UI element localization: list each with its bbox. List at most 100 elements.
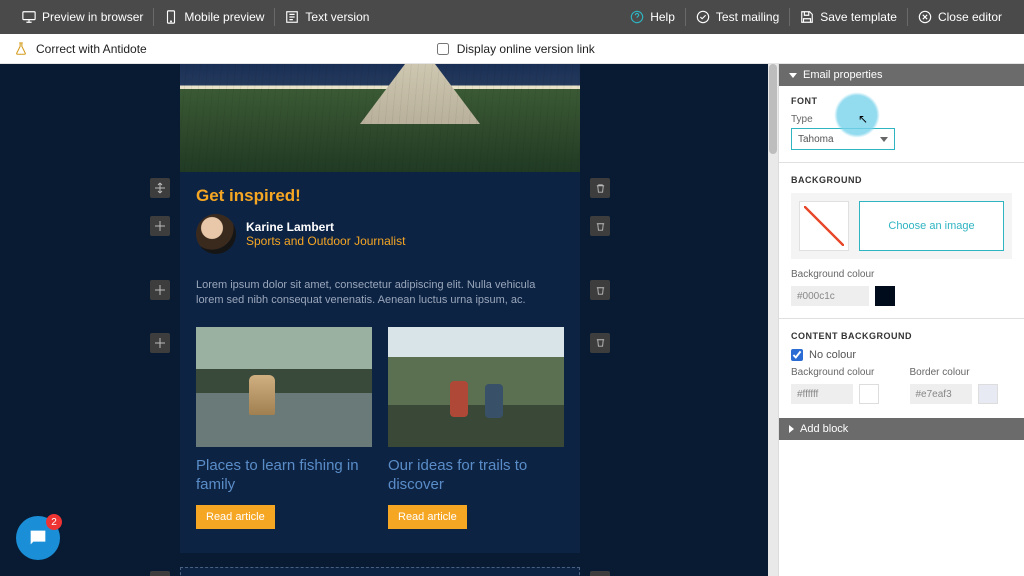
border-colour-label: Border colour (910, 367, 1013, 378)
border-colour-swatch[interactable] (978, 384, 998, 404)
save-template-label: Save template (820, 10, 897, 24)
font-type-value: Tahoma (798, 134, 834, 145)
read-article-button[interactable]: Read article (196, 505, 275, 529)
text-version-button[interactable]: Text version (275, 0, 379, 34)
article-title: Our ideas for trails to discover (388, 457, 564, 495)
choose-image-button[interactable]: Choose an image (859, 201, 1004, 251)
main: Get inspired! Karine Lambert Sports and … (0, 64, 1024, 576)
author-role: Sports and Outdoor Journalist (246, 234, 405, 248)
email-properties-label: Email properties (803, 69, 882, 81)
divider (779, 318, 1024, 319)
email-properties-header[interactable]: Email properties (779, 64, 1024, 86)
topbar: Preview in browser Mobile preview Text v… (0, 0, 1024, 34)
no-image-swatch[interactable] (799, 201, 849, 251)
canvas-area[interactable]: Get inspired! Karine Lambert Sports and … (0, 64, 778, 576)
close-editor-button[interactable]: Close editor (908, 0, 1012, 34)
chevron-down-icon (880, 137, 888, 142)
text-version-label: Text version (305, 10, 369, 24)
test-mailing-label: Test mailing (716, 10, 779, 24)
add-block-header[interactable]: Add block (779, 418, 1024, 440)
content-bg-colour-label: Background colour (791, 367, 894, 378)
inspired-block[interactable]: Get inspired! Karine Lambert Sports and … (180, 172, 580, 278)
article-image[interactable] (196, 327, 372, 447)
type-label: Type (791, 114, 1012, 125)
author-row: Karine Lambert Sports and Outdoor Journa… (196, 214, 564, 254)
bg-colour-value: #000c1c (797, 291, 835, 302)
content-bg-section-title: CONTENT BACKGROUND (791, 331, 1012, 341)
delete-block-button[interactable] (590, 178, 610, 198)
text-icon (285, 10, 299, 24)
bg-colour-swatch[interactable] (875, 286, 895, 306)
save-template-button[interactable]: Save template (790, 0, 907, 34)
mobile-preview-button[interactable]: Mobile preview (154, 0, 274, 34)
email-properties-panel: FONT Type Tahoma BACKGROUND Choose an im… (779, 86, 1024, 418)
preview-browser-label: Preview in browser (42, 10, 143, 24)
no-colour-checkbox[interactable]: No colour (791, 349, 1012, 361)
chat-badge: 2 (46, 514, 62, 530)
preview-browser-button[interactable]: Preview in browser (12, 0, 153, 34)
help-button[interactable]: Help (620, 0, 685, 34)
correct-antidote-button[interactable]: Correct with Antidote (14, 42, 147, 56)
border-colour-input[interactable]: #e7eaf3 (910, 384, 972, 404)
scrollbar-thumb[interactable] (769, 64, 777, 154)
bg-colour-input[interactable]: #000c1c (791, 286, 869, 306)
content-bg-colour-swatch[interactable] (859, 384, 879, 404)
display-online-label: Display online version link (457, 42, 595, 56)
flask-icon (14, 42, 28, 56)
hero-image-block[interactable] (180, 64, 580, 172)
author-name: Karine Lambert (246, 220, 405, 234)
cursor-icon: ↖ (858, 112, 868, 126)
delete-block-button[interactable] (590, 333, 610, 353)
author-avatar (196, 214, 236, 254)
subbar: Correct with Antidote Display online ver… (0, 34, 1024, 64)
font-type-select[interactable]: Tahoma (791, 128, 895, 150)
no-colour-input[interactable] (791, 349, 803, 361)
background-image-row: Choose an image (791, 193, 1012, 259)
test-mailing-button[interactable]: Test mailing (686, 0, 789, 34)
move-handle[interactable] (150, 280, 170, 300)
no-colour-label: No colour (809, 349, 856, 361)
chat-badge-count: 2 (51, 517, 57, 528)
mobile-icon (164, 10, 178, 24)
help-icon (630, 10, 644, 24)
close-editor-label: Close editor (938, 10, 1002, 24)
check-circle-icon (696, 10, 710, 24)
read-article-button[interactable]: Read article (388, 505, 467, 529)
article-2: Our ideas for trails to discover Read ar… (388, 327, 564, 529)
delete-block-button[interactable] (590, 216, 610, 236)
delete-block-button[interactable] (590, 571, 610, 576)
delete-block-button[interactable] (590, 280, 610, 300)
divider (779, 162, 1024, 163)
grass-texture (180, 64, 580, 172)
move-handle[interactable] (150, 216, 170, 236)
bg-colour-label: Background colour (791, 269, 1012, 280)
inspired-title: Get inspired! (196, 186, 564, 206)
article-title: Places to learn fishing in family (196, 457, 372, 495)
border-colour-value: #e7eaf3 (916, 389, 952, 400)
articles-block[interactable]: Places to learn fishing in family Read a… (180, 327, 580, 553)
scrollbar[interactable] (768, 64, 778, 576)
move-handle[interactable] (150, 178, 170, 198)
font-section-title: FONT (791, 96, 1012, 106)
chat-button[interactable]: 2 (16, 516, 60, 560)
chevron-right-icon (789, 425, 794, 433)
lorem-text: Lorem ipsum dolor sit amet, consectetur … (196, 278, 564, 309)
choose-image-label: Choose an image (888, 220, 974, 232)
lorem-block[interactable]: Lorem ipsum dolor sit amet, consectetur … (180, 278, 580, 327)
content-bg-colour-input[interactable]: #ffffff (791, 384, 853, 404)
article-image[interactable] (388, 327, 564, 447)
help-label: Help (650, 10, 675, 24)
display-online-checkbox[interactable]: Display online version link (437, 42, 595, 56)
sidebar: Email properties FONT Type Tahoma BACKGR… (778, 64, 1024, 576)
email-canvas: Get inspired! Karine Lambert Sports and … (180, 64, 580, 576)
content-bg-colour-value: #ffffff (797, 389, 818, 400)
display-online-input[interactable] (437, 43, 449, 55)
dashed-block[interactable] (180, 567, 580, 576)
close-icon (918, 10, 932, 24)
monitor-icon (22, 10, 36, 24)
save-icon (800, 10, 814, 24)
move-handle[interactable] (150, 333, 170, 353)
mobile-preview-label: Mobile preview (184, 10, 264, 24)
chevron-down-icon (789, 73, 797, 78)
move-handle[interactable] (150, 571, 170, 576)
